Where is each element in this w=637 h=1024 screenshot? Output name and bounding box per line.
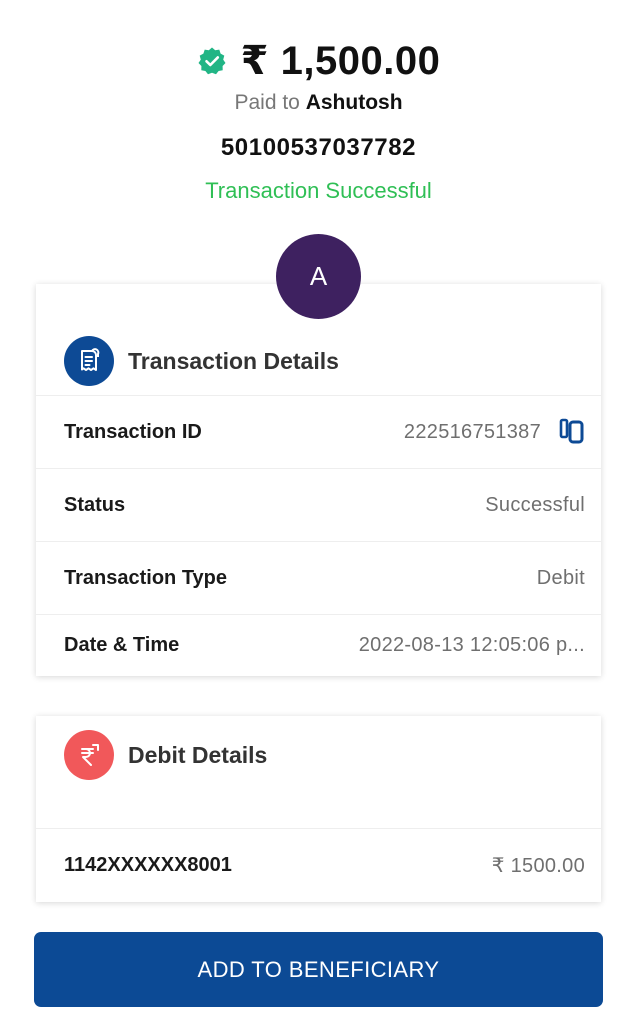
row-value: Successful bbox=[485, 493, 585, 516]
paid-to-prefix: Paid to bbox=[234, 91, 300, 114]
receipt-icon bbox=[64, 336, 114, 386]
row-label: Date & Time bbox=[64, 634, 180, 656]
status-row: Status Successful bbox=[36, 468, 601, 541]
transaction-id-value-wrap: 222516751387 bbox=[404, 418, 585, 446]
avatar: A bbox=[276, 234, 361, 319]
row-label: Transaction ID bbox=[64, 420, 202, 443]
row-label: 1142XXXXXX8001 bbox=[64, 853, 232, 876]
transaction-type-row: Transaction Type Debit bbox=[36, 541, 601, 614]
row-label: Status bbox=[64, 493, 126, 516]
transaction-details-title: Transaction Details bbox=[128, 347, 339, 374]
debit-details-header: Debit Details bbox=[36, 720, 601, 790]
verified-badge-icon bbox=[198, 47, 226, 75]
copy-icon[interactable] bbox=[559, 418, 585, 446]
rupee-icon bbox=[64, 730, 114, 780]
paid-to-line: Paid to Ashutosh bbox=[0, 91, 637, 115]
row-value: 2022-08-13 12:05:06 p... bbox=[358, 634, 585, 656]
row-label: Transaction Type bbox=[64, 566, 228, 589]
transaction-receipt-screen: ₹ 1,500.00 Paid to Ashutosh 501005370377… bbox=[0, 0, 637, 1024]
transaction-details-card: Transaction Details Transaction ID 22251… bbox=[36, 284, 601, 676]
account-number: 50100537037782 bbox=[220, 134, 417, 161]
transaction-id-value: 222516751387 bbox=[403, 420, 541, 443]
add-to-beneficiary-button[interactable]: ADD TO BENEFICIARY bbox=[34, 932, 603, 1007]
transaction-details-header: Transaction Details bbox=[36, 326, 601, 396]
date-time-row: Date & Time 2022-08-13 12:05:06 p... bbox=[36, 614, 601, 676]
row-value: ₹ 1500.00 bbox=[491, 854, 585, 877]
amount-row: ₹ 1,500.00 bbox=[0, 38, 637, 84]
payee-name: Ashutosh bbox=[305, 91, 403, 114]
row-value: Debit bbox=[536, 566, 585, 589]
transaction-id-row: Transaction ID 222516751387 bbox=[36, 395, 601, 468]
debit-details-card: Debit Details 1142XXXXXX8001 ₹ 1500.00 bbox=[36, 716, 601, 902]
debit-details-title: Debit Details bbox=[128, 741, 268, 768]
transaction-status: Transaction Successful bbox=[205, 178, 432, 203]
amount: ₹ 1,500.00 bbox=[240, 39, 441, 83]
debit-account-row: 1142XXXXXX8001 ₹ 1500.00 bbox=[36, 828, 601, 901]
